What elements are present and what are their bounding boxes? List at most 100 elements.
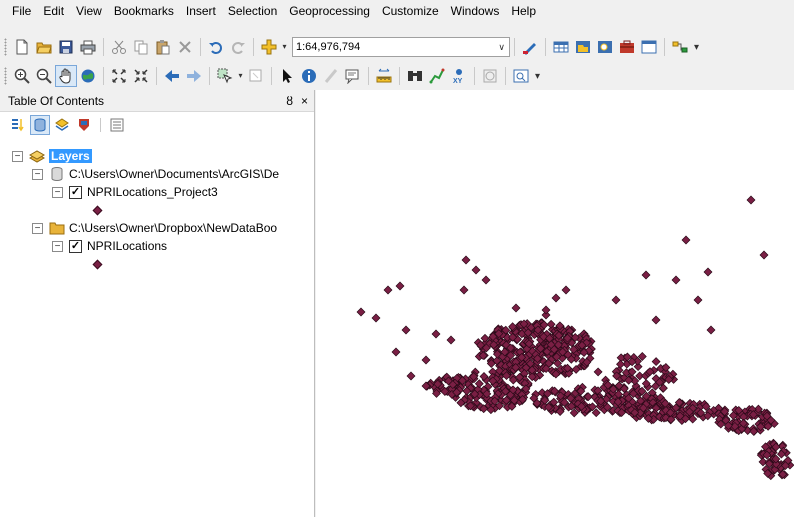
point-symbol[interactable] — [92, 259, 103, 269]
redo-icon[interactable] — [227, 36, 249, 58]
menu-customize[interactable]: Customize — [376, 0, 445, 22]
npri-location-point[interactable] — [551, 293, 561, 303]
menu-bookmarks[interactable]: Bookmarks — [108, 0, 180, 22]
collapse-icon[interactable]: − — [52, 186, 63, 198]
map-display[interactable] — [316, 90, 794, 517]
toolbar-overflow-icon[interactable]: ▾ — [535, 71, 540, 82]
menu-help[interactable]: Help — [505, 0, 542, 22]
menu-view[interactable]: View — [70, 0, 108, 22]
npri-location-point[interactable] — [431, 329, 441, 339]
select-features-icon[interactable] — [214, 65, 236, 87]
print-icon[interactable] — [77, 36, 99, 58]
collapse-icon[interactable]: − — [52, 240, 63, 252]
delete-icon[interactable] — [174, 36, 196, 58]
find-icon[interactable] — [404, 65, 426, 87]
collapse-icon[interactable]: − — [32, 222, 43, 234]
npri-location-point[interactable] — [593, 367, 603, 377]
npri-location-point[interactable] — [474, 379, 484, 389]
fixed-zoom-in-icon[interactable] — [108, 65, 130, 87]
menu-file[interactable]: File — [6, 0, 37, 22]
collapse-icon[interactable]: − — [12, 150, 23, 162]
new-document-icon[interactable] — [11, 36, 33, 58]
npri-location-point[interactable] — [616, 359, 625, 369]
layer-name[interactable]: NPRILocations_Project3 — [87, 185, 218, 199]
forward-extent-icon[interactable] — [183, 65, 205, 87]
npri-location-point[interactable] — [746, 195, 756, 205]
npri-location-point[interactable] — [395, 281, 405, 291]
map-canvas[interactable] — [316, 90, 794, 517]
npri-location-point[interactable] — [671, 275, 681, 285]
layer-symbol-row[interactable] — [92, 201, 103, 219]
layer-symbol-row[interactable] — [92, 255, 103, 273]
select-elements-icon[interactable] — [276, 65, 298, 87]
npri-location-point[interactable] — [541, 305, 551, 315]
npri-location-point[interactable] — [391, 347, 401, 357]
time-slider-icon[interactable] — [479, 65, 501, 87]
toolbar-grip[interactable] — [4, 38, 7, 56]
python-window-icon[interactable] — [638, 36, 660, 58]
npri-location-point[interactable] — [406, 371, 416, 381]
undo-icon[interactable] — [205, 36, 227, 58]
model-builder-icon[interactable] — [669, 36, 691, 58]
npri-location-point[interactable] — [703, 267, 713, 277]
chevron-down-icon[interactable]: ∨ — [498, 42, 505, 53]
npri-location-point[interactable] — [446, 335, 456, 345]
npri-location-point[interactable] — [706, 325, 716, 335]
list-by-selection-icon[interactable] — [74, 115, 94, 135]
save-icon[interactable] — [55, 36, 77, 58]
npri-location-point[interactable] — [421, 355, 431, 365]
pin-icon[interactable]: ȣ — [286, 94, 293, 108]
menu-selection[interactable]: Selection — [222, 0, 283, 22]
npri-location-point[interactable] — [561, 285, 571, 295]
source-row-dropbox[interactable]: − C:\Users\Owner\Dropbox\NewDataBoo — [32, 219, 277, 237]
npri-location-point[interactable] — [401, 325, 411, 335]
close-icon[interactable]: × — [301, 94, 308, 108]
menu-geoprocessing[interactable]: Geoprocessing — [283, 0, 376, 22]
npri-location-point[interactable] — [471, 265, 481, 275]
npri-location-point[interactable] — [651, 315, 661, 325]
arctoolbox-icon[interactable] — [616, 36, 638, 58]
find-route-icon[interactable] — [426, 65, 448, 87]
clear-selection-icon[interactable] — [245, 65, 267, 87]
npri-location-point[interactable] — [459, 285, 469, 295]
select-features-dropdown[interactable]: ▾ — [236, 65, 245, 87]
npri-location-point[interactable] — [356, 307, 366, 317]
create-viewer-window-icon[interactable] — [510, 65, 532, 87]
layer-name[interactable]: NPRILocations — [87, 239, 167, 253]
go-to-xy-icon[interactable]: XY — [448, 65, 470, 87]
layer-visibility-checkbox[interactable]: ✓ — [69, 185, 82, 199]
npri-location-point[interactable] — [611, 295, 621, 305]
identify-icon[interactable] — [298, 65, 320, 87]
pan-icon[interactable] — [55, 65, 77, 87]
menu-insert[interactable]: Insert — [180, 0, 222, 22]
npri-location-point[interactable] — [641, 270, 651, 280]
options-icon[interactable] — [107, 115, 127, 135]
back-extent-icon[interactable] — [161, 65, 183, 87]
npri-location-point[interactable] — [693, 295, 703, 305]
map-scale-combobox[interactable]: 1:64,976,794 ∨ — [292, 37, 510, 57]
source-row-documents[interactable]: − C:\Users\Owner\Documents\ArcGIS\De — [32, 165, 279, 183]
list-by-source-icon[interactable] — [30, 115, 50, 135]
point-symbol[interactable] — [92, 205, 103, 215]
zoom-in-icon[interactable] — [11, 65, 33, 87]
editor-toolbar-icon[interactable] — [519, 36, 541, 58]
npri-location-point[interactable] — [511, 303, 521, 313]
fixed-zoom-out-icon[interactable] — [130, 65, 152, 87]
npri-location-point[interactable] — [383, 285, 393, 295]
list-by-drawing-order-icon[interactable] — [8, 115, 28, 135]
npri-location-point[interactable] — [371, 313, 381, 323]
toolbar-overflow-icon[interactable]: ▾ — [694, 42, 699, 53]
paste-icon[interactable] — [152, 36, 174, 58]
measure-icon[interactable] — [373, 65, 395, 87]
layer-row-npri-project3[interactable]: − ✓ NPRILocations_Project3 — [52, 183, 218, 201]
collapse-icon[interactable]: − — [32, 168, 43, 180]
open-folder-icon[interactable] — [33, 36, 55, 58]
search-window-icon[interactable] — [594, 36, 616, 58]
hyperlink-icon[interactable] — [320, 65, 342, 87]
copy-icon[interactable] — [130, 36, 152, 58]
npri-location-point[interactable] — [481, 275, 491, 285]
html-popup-icon[interactable] — [342, 65, 364, 87]
catalog-window-icon[interactable] — [572, 36, 594, 58]
npri-location-point[interactable] — [759, 250, 769, 260]
npri-location-point[interactable] — [681, 235, 691, 245]
